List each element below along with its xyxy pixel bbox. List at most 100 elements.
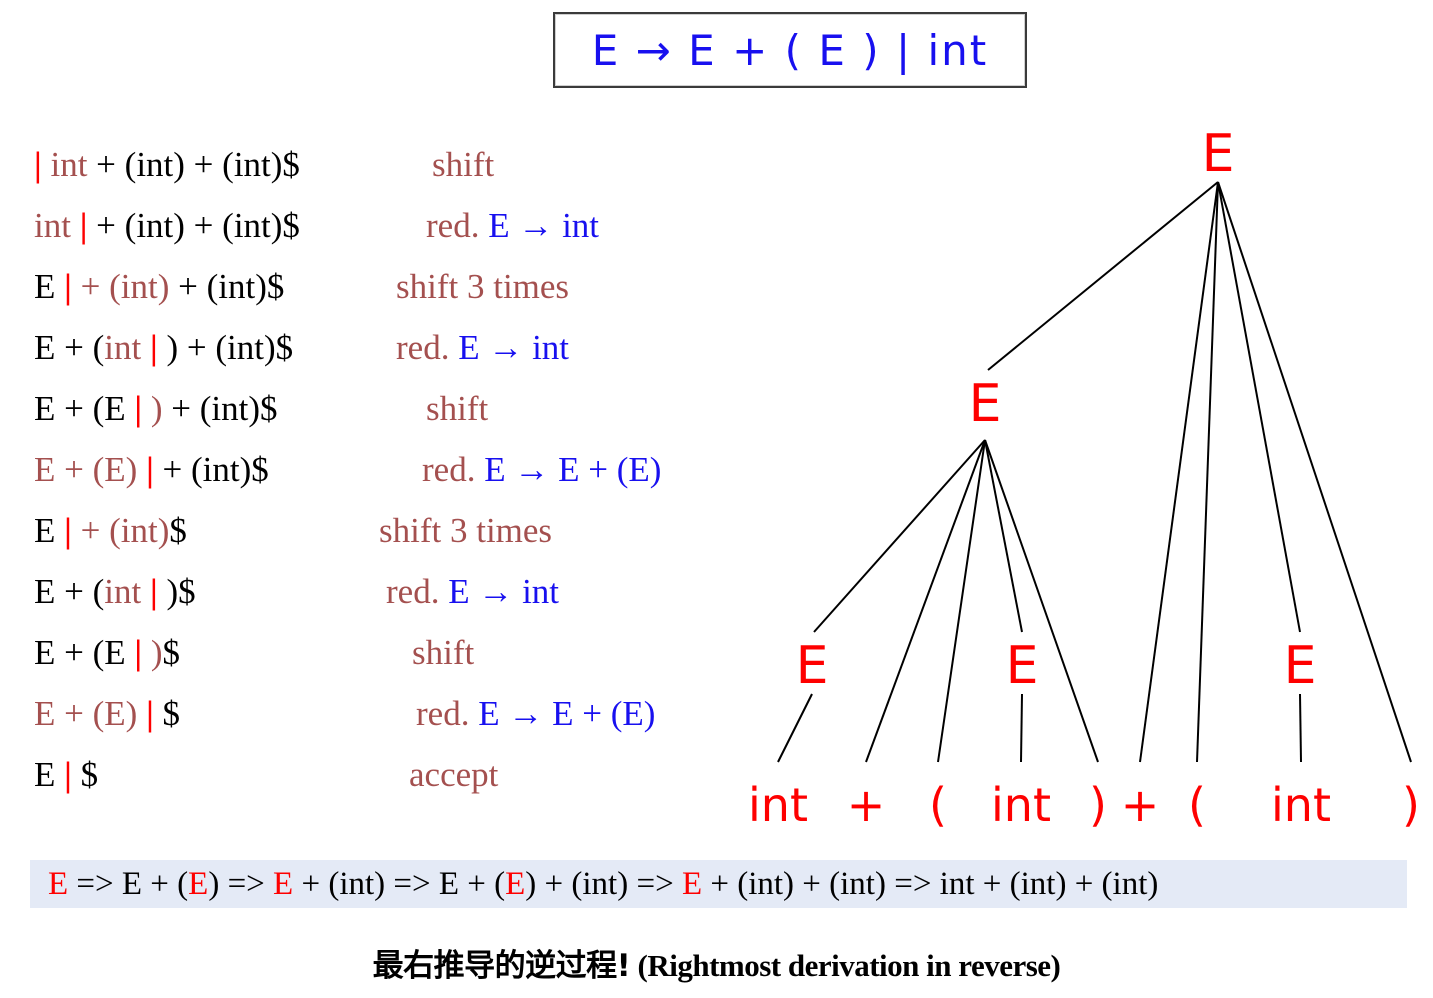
action-label: shift 3 times bbox=[396, 267, 570, 306]
trace-stack-configuration: E + (int | )$ bbox=[34, 567, 196, 617]
stack-segment: $ bbox=[169, 511, 187, 550]
stack-segment: + (int) + (int)$ bbox=[87, 206, 300, 245]
action-label: accept bbox=[409, 755, 499, 794]
trace-action: shift 3 times bbox=[396, 262, 569, 312]
derivation-sequence-text: E => E + (E) => E + (int) => E + (E) + (… bbox=[30, 866, 1158, 903]
derivation-active-symbol: E bbox=[681, 865, 703, 902]
tree-edge bbox=[1196, 181, 1219, 763]
trace-row: E + (int | )$ red. E → int bbox=[34, 567, 734, 628]
derivation-active-symbol: E bbox=[48, 865, 69, 902]
stack-segment: E + ( bbox=[34, 572, 105, 611]
action-label: red. bbox=[386, 572, 449, 611]
action-label: red. bbox=[416, 694, 479, 733]
stack-segment: ) bbox=[142, 633, 163, 672]
tree-root-node: E bbox=[1201, 124, 1235, 184]
action-production: E → int bbox=[458, 328, 570, 367]
stack-cursor-marker: | bbox=[146, 694, 154, 733]
stack-cursor-marker: | bbox=[64, 755, 72, 794]
tree-leaf-node: int bbox=[748, 778, 808, 832]
stack-segment: E + (E bbox=[34, 633, 135, 672]
trace-action: shift 3 times bbox=[379, 506, 552, 556]
action-label: shift 3 times bbox=[379, 511, 553, 550]
tree-edge bbox=[984, 439, 1099, 763]
action-production: E → int bbox=[488, 206, 600, 245]
trace-row: E | $ accept bbox=[34, 750, 734, 811]
stack-segment: int bbox=[104, 328, 150, 367]
trace-row: E + (E | ) + (int)$ shift bbox=[34, 384, 734, 445]
stack-segment: + (int)$ bbox=[162, 389, 278, 428]
derivation-segment: ) + (int) => bbox=[525, 865, 682, 902]
stack-segment: $ bbox=[153, 694, 181, 733]
trace-row: | int + (int) + (int)$ shift bbox=[34, 140, 734, 201]
trace-action: shift bbox=[412, 628, 474, 678]
tree-leaf-node: ( bbox=[929, 778, 947, 832]
caption: 最右推导的逆过程! (Rightmost derivation in rever… bbox=[0, 940, 1433, 985]
caption-english: (Rightmost derivation in reverse) bbox=[630, 948, 1061, 983]
derivation-segment: + (int) + (int) => int + (int) + (int) bbox=[702, 865, 1159, 902]
stack-cursor-marker: | bbox=[64, 511, 72, 550]
trace-action: red. E → E + (E) bbox=[422, 445, 661, 495]
trace-stack-configuration: E | + (int)$ bbox=[34, 506, 187, 556]
trace-stack-configuration: E + (E) | + (int)$ bbox=[34, 445, 269, 495]
tree-edge bbox=[777, 693, 813, 763]
stack-segment: + (int)$ bbox=[153, 450, 269, 489]
trace-row: E + (E | )$ shift bbox=[34, 628, 734, 689]
trace-row: E + (int | ) + (int)$ red. E → int bbox=[34, 323, 734, 384]
trace-stack-configuration: E + (E) | $ bbox=[34, 689, 180, 739]
stack-cursor-marker: | bbox=[149, 572, 158, 611]
trace-action: red. E → E + (E) bbox=[416, 689, 655, 739]
tree-nonterminal-node: E bbox=[968, 374, 1002, 434]
tree-edge bbox=[1299, 693, 1302, 763]
stack-segment: int bbox=[34, 206, 80, 245]
caption-chinese: 最右推导的逆过程! bbox=[372, 948, 631, 984]
stack-segment: $ bbox=[71, 755, 99, 794]
shift-reduce-trace: | int + (int) + (int)$ shift int | + (int)… bbox=[34, 140, 734, 811]
tree-leaf-node: + bbox=[846, 778, 886, 832]
action-label: red. bbox=[422, 450, 485, 489]
derivation-active-symbol: E bbox=[188, 865, 209, 902]
action-label: red. bbox=[396, 328, 459, 367]
stack-segment: E bbox=[34, 511, 65, 550]
stack-segment: E + (E) bbox=[34, 450, 147, 489]
tree-nonterminal-node: E bbox=[1005, 636, 1039, 696]
tree-edge bbox=[987, 181, 1219, 371]
stack-segment: + (int) + (int)$ bbox=[87, 145, 300, 184]
tree-edge bbox=[865, 439, 986, 763]
trace-row: int | + (int) + (int)$ red. E → int bbox=[34, 201, 734, 262]
derivation-highlight-bar: E => E + (E) => E + (int) => E + (E) + (… bbox=[30, 860, 1407, 908]
derivation-segment: ) => bbox=[208, 865, 274, 902]
tree-edge bbox=[1217, 181, 1301, 633]
trace-stack-configuration: E + (E | ) + (int)$ bbox=[34, 384, 278, 434]
trace-stack-configuration: | int + (int) + (int)$ bbox=[34, 140, 300, 190]
stack-segment: E bbox=[34, 267, 65, 306]
trace-action: red. E → int bbox=[426, 201, 599, 251]
trace-row: E | + (int) + (int)$ shift 3 times bbox=[34, 262, 734, 323]
tree-leaf-node: int bbox=[991, 778, 1051, 832]
tree-nonterminal-node: E bbox=[1283, 636, 1317, 696]
derivation-active-symbol: E bbox=[273, 865, 294, 902]
action-production: E → E + (E) bbox=[478, 694, 656, 733]
tree-leaf-node: ) bbox=[1089, 778, 1107, 832]
trace-stack-configuration: E + (E | )$ bbox=[34, 628, 180, 678]
action-production: E → int bbox=[448, 572, 560, 611]
tree-leaf-node: int bbox=[1271, 778, 1331, 832]
tree-nonterminal-node: E bbox=[795, 636, 829, 696]
tree-edge bbox=[1020, 693, 1023, 763]
tree-edge bbox=[813, 439, 986, 633]
derivation-segment: + (int) => E + ( bbox=[293, 865, 506, 902]
trace-action: red. E → int bbox=[396, 323, 569, 373]
tree-edge bbox=[937, 439, 986, 763]
action-label: shift bbox=[432, 145, 495, 184]
derivation-active-symbol: E bbox=[505, 865, 526, 902]
trace-action: accept bbox=[409, 750, 498, 800]
stack-segment: $ bbox=[162, 633, 181, 672]
stack-segment: + (int) bbox=[71, 511, 170, 550]
stack-segment: ) bbox=[142, 389, 163, 428]
tree-leaf-node: ) bbox=[1402, 778, 1420, 832]
action-production: E → E + (E) bbox=[484, 450, 662, 489]
stack-cursor-marker: | bbox=[149, 328, 158, 367]
grammar-box: E → E + ( E ) | int bbox=[553, 12, 1027, 88]
stack-cursor-marker: | bbox=[34, 145, 42, 184]
trace-row: E + (E) | $ red. E → E + (E) bbox=[34, 689, 734, 750]
stack-cursor-marker: | bbox=[64, 267, 72, 306]
